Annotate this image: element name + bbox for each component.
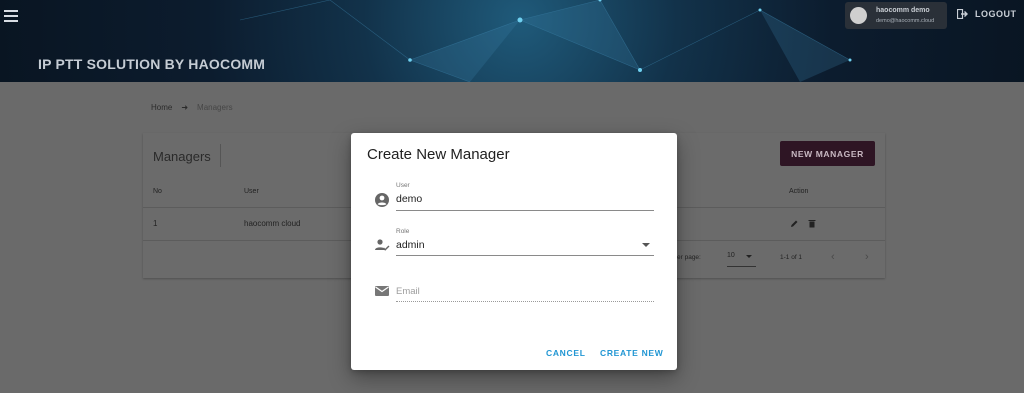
column-header-action: Action [789,188,809,195]
breadcrumb: Home ➜ Managers [151,103,233,112]
breadcrumb-current: Managers [197,103,233,112]
row-no-cell: 1 [153,219,158,228]
breadcrumb-arrow-icon: ➜ [181,103,189,112]
chevron-down-icon[interactable] [642,243,650,247]
row-user-cell: haocomm cloud [244,219,301,228]
user-name: haocomm demo [876,7,930,14]
app-title: IP PTT SOLUTION BY HAOCOMM [38,56,266,72]
email-field-underline [396,301,654,302]
create-new-button[interactable]: CREATE NEW [600,348,664,358]
breadcrumb-home[interactable]: Home [151,103,172,112]
card-title: Managers [153,149,211,164]
create-manager-dialog: Create New Manager User demo Role admin … [351,133,677,370]
role-select-underline [396,255,654,256]
user-input[interactable]: demo [396,193,422,205]
logout-icon [957,9,968,19]
delete-icon[interactable] [808,219,816,228]
column-header-no: No [153,188,162,195]
manager-role-icon [375,239,390,251]
user-input-underline [396,210,654,211]
rows-per-page-value: 10 [727,252,735,259]
account-circle-icon [375,193,389,207]
rows-per-page-select[interactable]: 10 [727,252,756,267]
user-profile-chip[interactable]: haocomm demo demo@haocomm.cloud [845,2,947,29]
email-icon [375,286,389,296]
hamburger-menu-icon[interactable] [4,10,18,22]
role-field-label: Role [396,228,410,235]
cancel-button[interactable]: CANCEL [546,348,586,358]
chevron-down-icon [746,255,752,258]
next-page-icon[interactable]: › [865,251,869,263]
previous-page-icon[interactable]: ‹ [831,251,835,263]
avatar [850,7,867,24]
pagination-range: 1-1 of 1 [780,254,803,261]
user-email: demo@haocomm.cloud [876,18,935,24]
email-field[interactable]: Email [396,286,420,297]
user-field-label: User [396,182,410,189]
dialog-title: Create New Manager [367,146,510,163]
column-header-user: User [244,188,259,195]
role-select[interactable]: admin [396,239,425,251]
rows-per-page-label: er page: [677,254,701,261]
edit-icon[interactable] [790,219,799,228]
title-divider [220,144,221,167]
logout-button[interactable]: LOGOUT [957,9,1017,19]
new-manager-button[interactable]: NEW MANAGER [780,141,875,166]
app-header: IP PTT SOLUTION BY HAOCOMM haocomm demo … [0,0,1024,82]
logout-label: LOGOUT [975,9,1017,19]
